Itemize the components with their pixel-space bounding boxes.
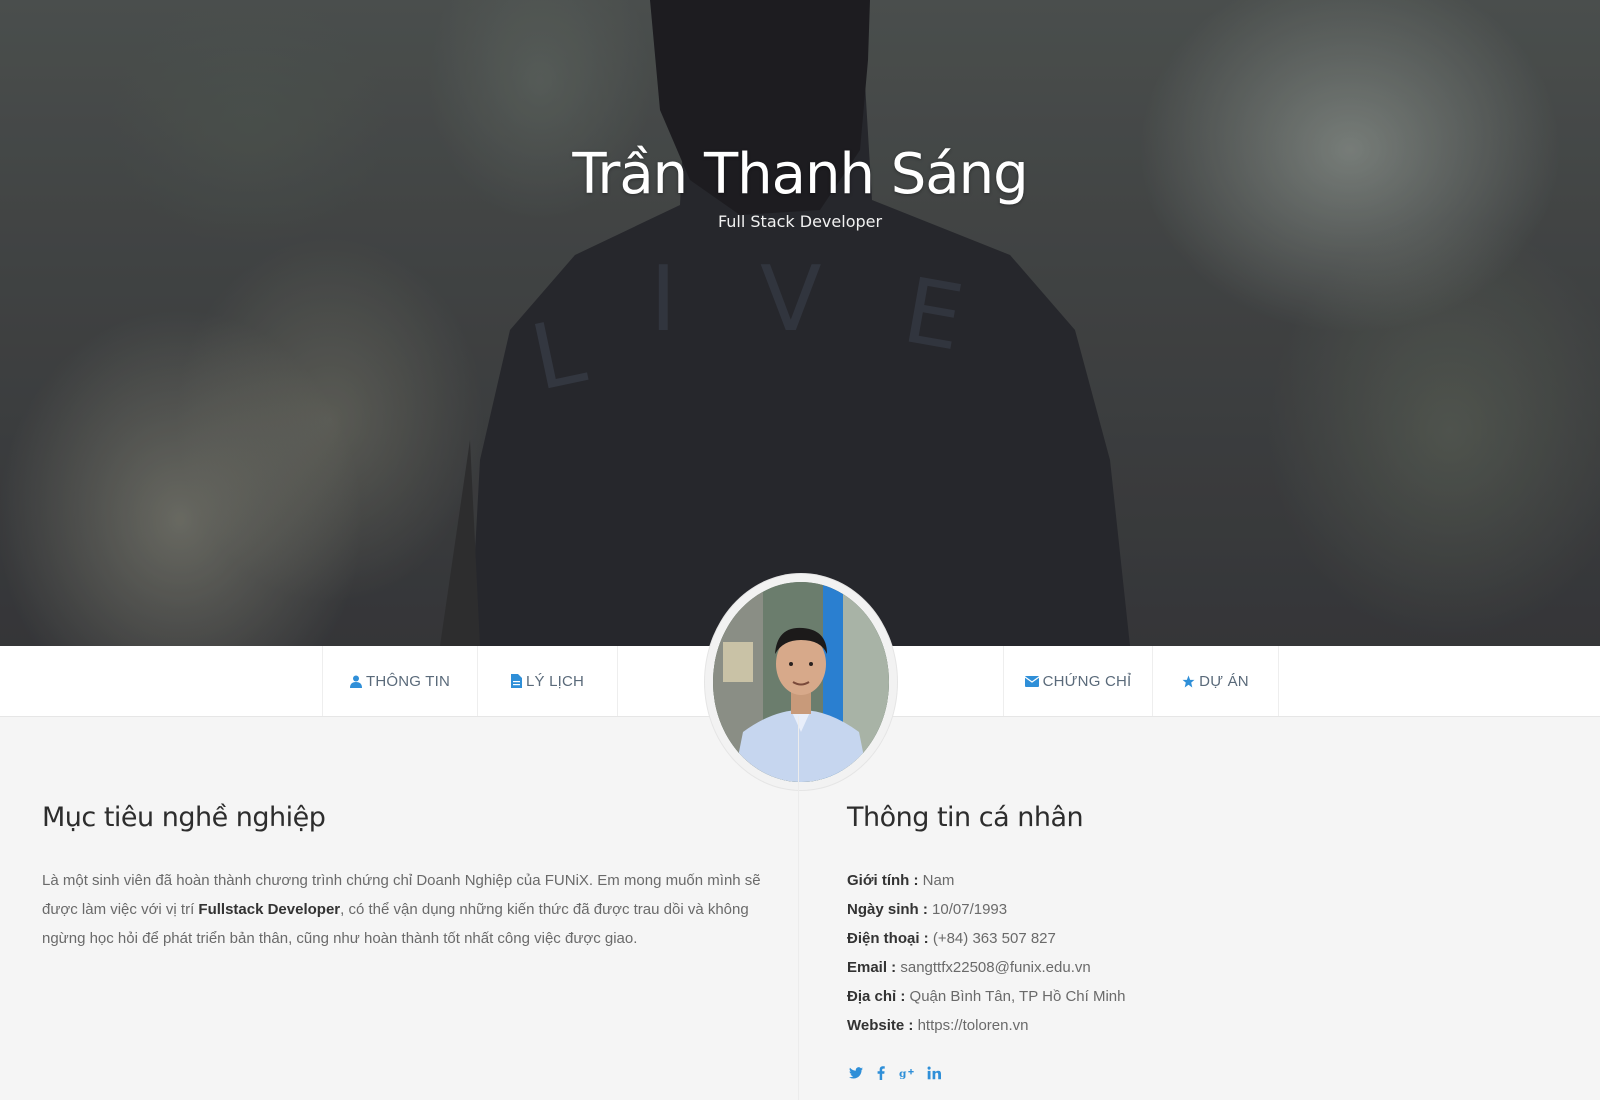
info-phone: Điện thoại : (+84) 363 507 827 — [847, 924, 1125, 953]
nav-item-chung-chi[interactable]: CHỨNG CHỈ — [1003, 646, 1153, 716]
info-birthday: Ngày sinh : 10/07/1993 — [847, 895, 1125, 924]
content-section: Mục tiêu nghề nghiệp Là một sinh viên đã… — [0, 716, 1600, 1100]
twitter-icon[interactable] — [849, 1066, 863, 1084]
column-divider — [798, 716, 799, 1100]
nav-item-label: LÝ LỊCH — [525, 672, 585, 690]
social-links: g — [849, 1066, 941, 1084]
info-gender: Giới tính : Nam — [847, 866, 1125, 895]
personal-info-heading: Thông tin cá nhân — [847, 802, 1084, 833]
file-icon — [510, 674, 522, 688]
info-label: Điện thoại : — [847, 930, 929, 947]
nav-item-label: CHỨNG CHỈ — [1042, 672, 1132, 690]
hero-banner: L I V E Trần Thanh Sáng Full Stack Devel… — [0, 0, 1600, 646]
envelope-icon — [1024, 675, 1039, 687]
objective-highlight: Fullstack Developer — [198, 901, 341, 918]
svg-text:g: g — [899, 1067, 907, 1080]
nav-item-label: THÔNG TIN — [365, 672, 451, 690]
nav-item-du-an[interactable]: DỰ ÁN — [1153, 646, 1279, 716]
star-icon — [1182, 675, 1195, 688]
info-value: 10/07/1993 — [927, 901, 1008, 918]
info-value[interactable]: https://toloren.vn — [913, 1017, 1029, 1034]
info-label: Địa chỉ : — [847, 988, 906, 1005]
google-plus-icon[interactable]: g — [899, 1066, 915, 1084]
info-website: Website : https://toloren.vn — [847, 1011, 1125, 1040]
nav-item-ly-lich[interactable]: LÝ LỊCH — [478, 646, 618, 716]
info-value: Quận Bình Tân, TP Hồ Chí Minh — [905, 988, 1126, 1005]
hero-name: Trần Thanh Sáng — [572, 142, 1028, 207]
linkedin-icon[interactable] — [927, 1066, 941, 1084]
objective-paragraph: Là một sinh viên đã hoàn thành chương tr… — [42, 866, 762, 953]
personal-info-list: Giới tính : Nam Ngày sinh : 10/07/1993 Đ… — [847, 866, 1125, 1040]
objective-heading: Mục tiêu nghề nghiệp — [42, 802, 326, 833]
info-value[interactable]: sangttfx22508@funix.edu.vn — [896, 959, 1090, 976]
facebook-icon[interactable] — [875, 1066, 887, 1084]
nav-item-label: DỰ ÁN — [1199, 672, 1249, 690]
info-label: Giới tính : — [847, 872, 919, 889]
info-address: Địa chỉ : Quận Bình Tân, TP Hồ Chí Minh — [847, 982, 1125, 1011]
info-label: Email : — [847, 959, 897, 976]
user-icon — [349, 675, 362, 688]
hero-job-title: Full Stack Developer — [717, 212, 883, 231]
info-label: Website : — [847, 1017, 914, 1034]
info-value: (+84) 363 507 827 — [928, 930, 1056, 947]
nav-item-thong-tin[interactable]: THÔNG TIN — [322, 646, 478, 716]
info-email: Email : sangttfx22508@funix.edu.vn — [847, 953, 1125, 982]
info-value: Nam — [918, 872, 955, 889]
info-label: Ngày sinh : — [847, 901, 928, 918]
